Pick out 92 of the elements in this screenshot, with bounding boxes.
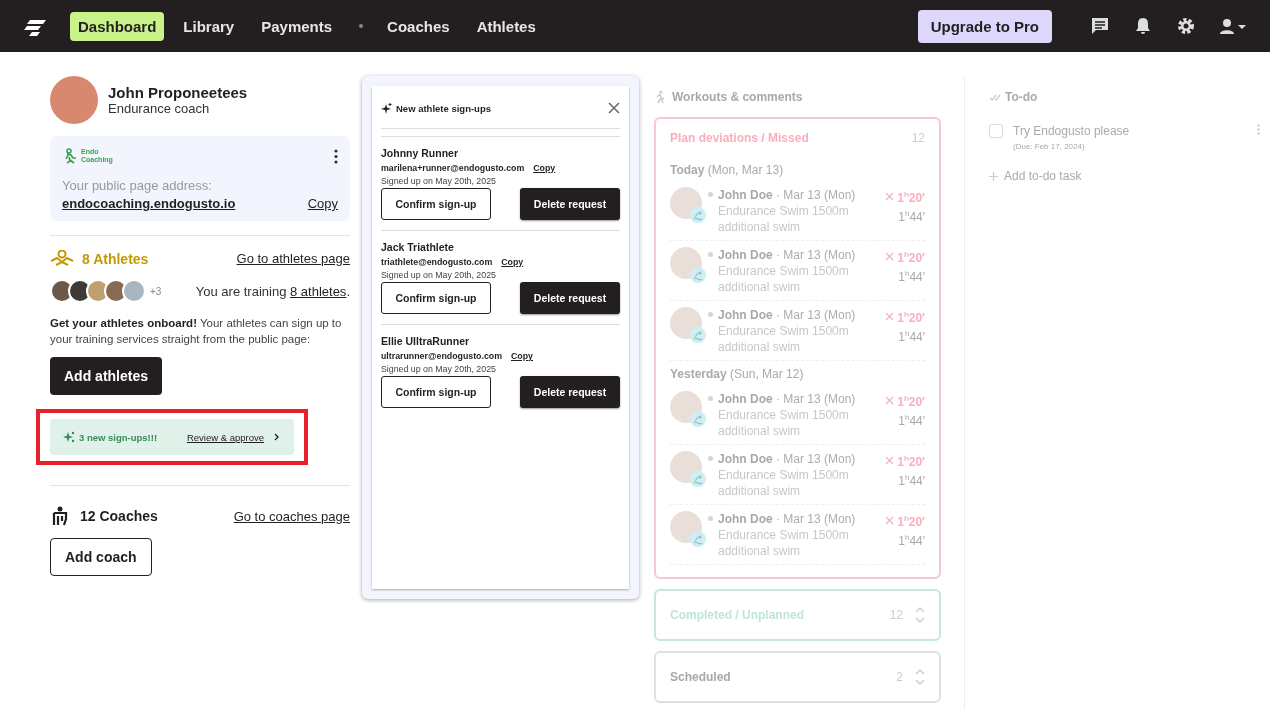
settings-icon[interactable] [1176, 16, 1196, 36]
swim-icon [690, 411, 706, 427]
confirm-button[interactable]: Confirm sign-up [381, 282, 491, 314]
signup-date: Signed up on May 20th, 2025 [381, 270, 497, 280]
copy-link[interactable]: Copy [511, 351, 533, 361]
cross-icon [885, 396, 895, 405]
coach-role: Endurance coach [108, 101, 211, 116]
checkbox[interactable] [989, 124, 1003, 138]
planned-time: 1$^{h}$20′ [897, 309, 925, 326]
signups-count: 3 new sign-ups!!! [79, 431, 158, 443]
coaches-icon [50, 506, 70, 526]
nav-tab[interactable]: Athletes [468, 11, 544, 41]
onboard-text: Get your athletes onboard! Your athletes can sign up to your training services straight from the public page: [50, 316, 343, 347]
sparkle-icon [381, 102, 392, 114]
delete-button[interactable]: Delete request [520, 282, 620, 314]
coach-name: John Proponeetees [108, 84, 248, 101]
chevron-right-icon[interactable] [274, 433, 280, 441]
section-heading: Scheduled [670, 670, 731, 684]
group-label: Today (Mon, Mar 13) [670, 163, 785, 177]
actual-time: 1$^{h}$44′ [897, 328, 925, 345]
swim-icon [690, 267, 706, 283]
upgrade-button[interactable]: Upgrade to Pro [917, 9, 1052, 43]
athlete-name: Jack Triathlete [381, 241, 455, 253]
panel-title: New athlete sign-ups [396, 102, 491, 114]
signup-date: Signed up on May 20th, 2025 [381, 364, 497, 374]
section-heading: Completed / Unplanned [670, 608, 804, 622]
actual-time: 1$^{h}$44′ [897, 472, 925, 489]
section-title: To-do [1005, 90, 1038, 104]
actual-time: 1$^{h}$44′ [897, 208, 925, 225]
swim-icon [690, 327, 706, 343]
sparkle-icon [62, 431, 75, 443]
copy-link[interactable]: Copy [307, 196, 338, 211]
planned-time: 1$^{h}$20′ [897, 393, 925, 410]
plus-icon [989, 171, 998, 181]
nav-tab[interactable]: Coaches [379, 11, 458, 41]
delete-button[interactable]: Delete request [520, 188, 620, 220]
add-coach-button[interactable]: Add coach [50, 538, 152, 576]
swim-icon [690, 531, 706, 547]
actual-time: 1$^{h}$44′ [897, 412, 925, 429]
signup-date: Signed up on May 20th, 2025 [381, 176, 497, 186]
bell-icon[interactable] [1134, 17, 1152, 35]
more-count: +3 [150, 285, 162, 297]
athletes-icon [50, 250, 74, 267]
planned-time: 1$^{h}$20′ [897, 249, 925, 266]
planned-time: 1$^{h}$20′ [897, 189, 925, 206]
cross-icon [885, 312, 895, 321]
actual-time: 1$^{h}$44′ [897, 268, 925, 285]
swim-icon [690, 207, 706, 223]
section-title: Workouts & comments [672, 90, 803, 104]
athletes-count: 8 Athletes [82, 250, 149, 267]
add-athletes-button[interactable]: Add athletes [50, 357, 162, 395]
user-menu-icon[interactable] [1220, 18, 1246, 34]
runner-logo-icon [62, 148, 78, 164]
nav-tab[interactable]: Payments [253, 11, 341, 41]
cross-icon [885, 252, 895, 261]
athlete-name: Ellie UIltraRunner [381, 335, 471, 347]
address-label: Your public page address: [62, 178, 213, 193]
avatar [50, 76, 98, 124]
confirm-button[interactable]: Confirm sign-up [381, 376, 491, 408]
confirm-button[interactable]: Confirm sign-up [381, 188, 491, 220]
athlete-email: ultrarunner@endogusto.com [381, 351, 502, 361]
close-icon[interactable] [608, 102, 620, 114]
review-link[interactable]: Review & approve [186, 431, 264, 443]
training-text: You are training 8 athletes. [195, 283, 350, 299]
copy-link[interactable]: Copy [501, 257, 524, 267]
coaches-count: 12 Coaches [80, 508, 158, 524]
cross-icon [885, 456, 895, 465]
group-label: Yesterday (Sun, Mar 12) [670, 367, 805, 381]
athletes-page-link[interactable]: Go to athletes page [236, 251, 350, 266]
nav-tab[interactable]: Dashboard [70, 11, 165, 41]
section-heading: Plan deviations / Missed [670, 131, 809, 145]
planned-time: 1$^{h}$20′ [897, 453, 925, 470]
delete-button[interactable]: Delete request [520, 376, 620, 408]
athlete-email: marilena+runner@endogusto.com [381, 163, 525, 173]
actual-time: 1$^{h}$44′ [897, 532, 925, 549]
public-page-link[interactable]: endocoaching.endogusto.io [62, 196, 236, 211]
nav-tab[interactable]: Library [175, 11, 243, 41]
planned-time: 1$^{h}$20′ [897, 513, 925, 530]
athlete-email: triathlete@endogusto.com [381, 257, 493, 267]
coaches-page-link[interactable]: Go to coaches page [233, 508, 350, 524]
todo-label: Try Endogusto please [1013, 124, 1130, 138]
more-icon[interactable] [334, 148, 338, 164]
due-date: (Due: Feb 17, 2024) [1013, 142, 1086, 151]
avatar [122, 279, 146, 303]
cross-icon [885, 516, 895, 525]
copy-link[interactable]: Copy [533, 163, 556, 173]
runner-icon [654, 90, 666, 104]
checkmark-icon [989, 92, 1001, 102]
swim-icon [690, 471, 706, 487]
athlete-name: Johnny Runner [381, 147, 459, 159]
cross-icon [885, 192, 895, 201]
chat-icon[interactable] [1090, 16, 1110, 36]
